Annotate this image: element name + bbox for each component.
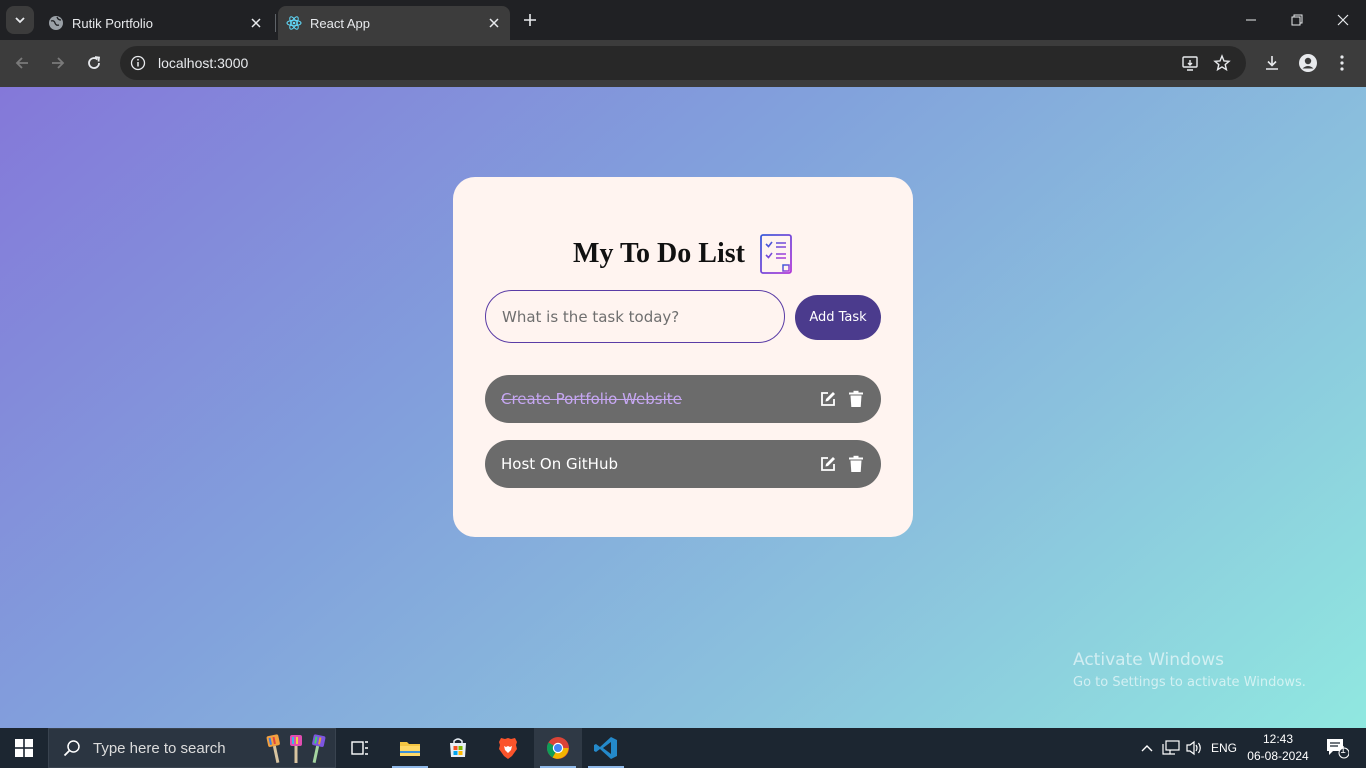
tab-react-app[interactable]: React App (278, 6, 510, 40)
task-view-icon (351, 741, 368, 755)
notification-center-button[interactable]: 1 (1320, 728, 1354, 768)
clock-time: 12:43 (1262, 732, 1294, 746)
windows-logo-icon (15, 739, 33, 757)
trash-icon[interactable] (845, 388, 867, 410)
todo-text[interactable]: Create Portfolio Website (485, 390, 817, 408)
speaker-icon (1186, 740, 1201, 756)
arrow-right-icon (52, 57, 65, 69)
trash-icon[interactable] (845, 453, 867, 475)
todo-item[interactable]: Host On GitHub (485, 440, 881, 488)
address-bar[interactable]: localhost:3000 (120, 46, 1246, 80)
language-indicator[interactable]: ENG (1208, 728, 1240, 768)
react-icon (286, 15, 302, 31)
profile-icon (1299, 54, 1317, 72)
notification-count: 1 (1340, 745, 1346, 756)
forward-button[interactable] (44, 49, 72, 77)
store-icon (450, 738, 466, 757)
taskbar-search-placeholder: Type here to search (93, 739, 226, 757)
minimize-button[interactable] (1228, 0, 1274, 40)
tab-rutik-portfolio[interactable]: Rutik Portfolio (40, 6, 272, 40)
search-icon (63, 740, 80, 757)
card-header: My To Do List (453, 233, 913, 275)
clock[interactable]: 12:43 06-08-2024 (1244, 731, 1312, 765)
minimize-icon (1246, 19, 1256, 21)
network-button[interactable] (1160, 728, 1182, 768)
vscode-button[interactable] (582, 728, 630, 768)
profile-button[interactable] (1294, 49, 1322, 77)
close-tab-icon[interactable] (246, 13, 266, 33)
taskbar-search-box[interactable]: Type here to search (48, 728, 336, 768)
chevron-down-icon (15, 17, 25, 24)
download-icon (1266, 56, 1278, 70)
tab-strip: Rutik Portfolio React App (0, 0, 1366, 40)
folder-icon (400, 742, 420, 756)
clock-date: 06-08-2024 (1247, 749, 1309, 763)
arrow-left-icon (15, 57, 28, 69)
watermark-title: Activate Windows (1073, 650, 1224, 670)
tab-search-button[interactable] (6, 6, 34, 34)
add-task-button[interactable]: Add Task (795, 295, 881, 340)
page-viewport: My To Do List Add Task Create Portfolio … (0, 87, 1366, 728)
back-button[interactable] (8, 49, 36, 77)
restore-icon (1291, 14, 1303, 26)
install-app-icon[interactable] (1176, 49, 1204, 77)
url-text: localhost:3000 (158, 55, 249, 71)
task-input[interactable] (485, 290, 785, 343)
globe-icon (48, 15, 64, 31)
activate-windows-watermark: Activate Windows Go to Settings to activ… (1073, 650, 1306, 690)
tab-title: React App (310, 15, 370, 31)
reload-icon (88, 56, 101, 69)
edit-icon[interactable] (817, 388, 839, 410)
network-icon (1162, 740, 1180, 755)
downloads-button[interactable] (1258, 49, 1286, 77)
browser-toolbar: localhost:3000 (0, 40, 1366, 87)
start-button[interactable] (0, 728, 48, 768)
edit-icon[interactable] (817, 453, 839, 475)
chevron-up-icon (1141, 745, 1153, 752)
close-tab-icon[interactable] (484, 13, 504, 33)
file-explorer-button[interactable] (386, 728, 434, 768)
vscode-icon (594, 737, 617, 759)
tab-title: Rutik Portfolio (72, 15, 153, 31)
volume-button[interactable] (1183, 728, 1205, 768)
close-icon (1337, 14, 1349, 26)
bookmark-star-icon[interactable] (1208, 49, 1236, 77)
checklist-icon (760, 234, 792, 274)
menu-button[interactable] (1328, 49, 1356, 77)
chrome-button[interactable] (534, 728, 582, 768)
watermark-subtitle: Go to Settings to activate Windows. (1073, 675, 1306, 690)
chrome-icon (546, 737, 569, 759)
todo-text[interactable]: Host On GitHub (485, 455, 817, 473)
tab-divider (275, 14, 276, 32)
new-tab-button[interactable] (518, 8, 542, 32)
plus-icon (524, 14, 536, 26)
close-window-button[interactable] (1320, 0, 1366, 40)
site-info-icon[interactable] (126, 51, 150, 75)
restore-button[interactable] (1274, 0, 1320, 40)
app-title: My To Do List (573, 238, 745, 269)
show-hidden-icons-button[interactable] (1136, 728, 1158, 768)
todo-item[interactable]: Create Portfolio Website (485, 375, 881, 423)
task-view-button[interactable] (336, 728, 384, 768)
kebab-menu-icon (1340, 55, 1344, 71)
reload-button[interactable] (80, 49, 108, 77)
paintbrushes-icon (266, 734, 326, 764)
microsoft-store-button[interactable] (434, 728, 482, 768)
taskbar: Type here to search ENG 12:43 06-08-2024… (0, 728, 1366, 768)
brave-lion-icon (499, 738, 517, 759)
todo-card: My To Do List Add Task Create Portfolio … (453, 177, 913, 537)
brave-browser-button[interactable] (484, 728, 532, 768)
